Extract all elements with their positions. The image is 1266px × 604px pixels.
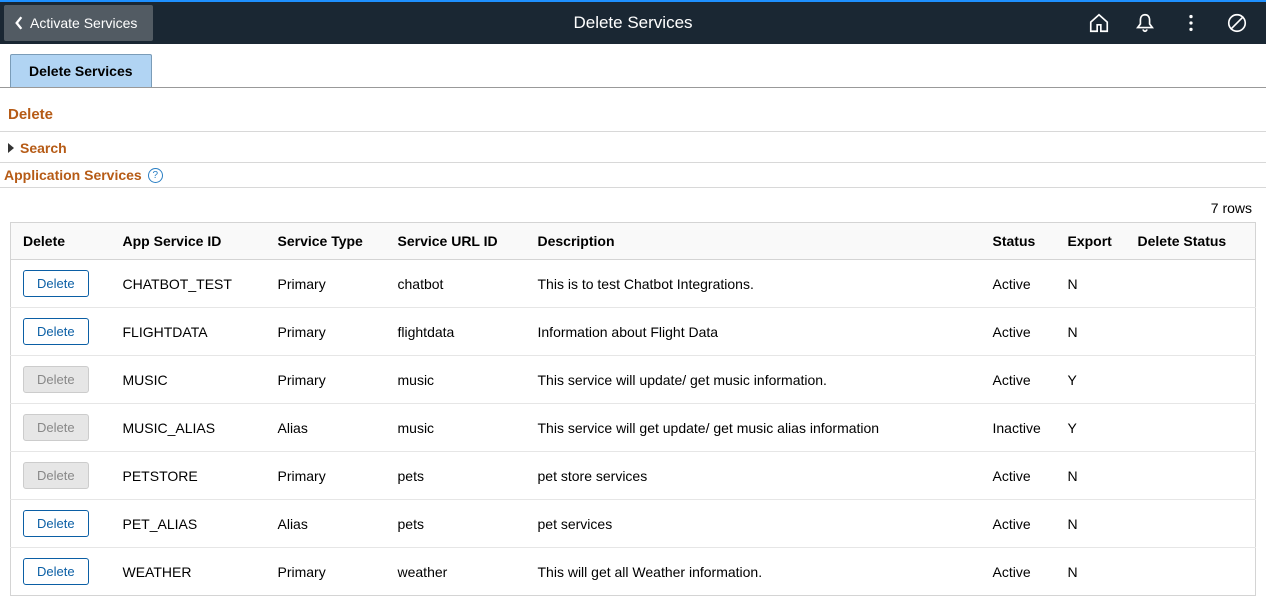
cell-app-service-id: PETSTORE	[111, 452, 266, 500]
cell-export: N	[1056, 548, 1126, 596]
cell-app-service-id: WEATHER	[111, 548, 266, 596]
table-row: Delete PETSTOREPrimarypetspet store servi…	[11, 452, 1256, 500]
cell-status: Active	[981, 548, 1056, 596]
col-header-service-url-id: Service URL ID	[386, 223, 526, 260]
table-wrapper: 7 rows Delete App Service ID Service Typ…	[0, 188, 1266, 604]
cell-service-url-id: music	[386, 404, 526, 452]
back-button-label: Activate Services	[30, 15, 137, 31]
back-button[interactable]: Activate Services	[4, 5, 153, 41]
cell-service-type: Primary	[266, 452, 386, 500]
cell-delete-status	[1126, 356, 1256, 404]
cell-service-type: Alias	[266, 404, 386, 452]
delete-button[interactable]: Delete	[23, 270, 89, 297]
services-table: Delete App Service ID Service Type Servi…	[10, 222, 1256, 596]
header-icons	[1088, 12, 1266, 34]
cell-export: N	[1056, 500, 1126, 548]
cell-export: Y	[1056, 404, 1126, 452]
cell-status: Active	[981, 500, 1056, 548]
col-header-service-type: Service Type	[266, 223, 386, 260]
cell-delete-status	[1126, 404, 1256, 452]
cell-app-service-id: MUSIC	[111, 356, 266, 404]
cell-status: Active	[981, 356, 1056, 404]
cell-service-url-id: flightdata	[386, 308, 526, 356]
cell-description: This is to test Chatbot Integrations.	[526, 260, 981, 308]
delete-button[interactable]: Delete	[23, 558, 89, 585]
cell-service-type: Primary	[266, 260, 386, 308]
cell-service-url-id: pets	[386, 452, 526, 500]
cell-description: This will get all Weather information.	[526, 548, 981, 596]
cell-export: Y	[1056, 356, 1126, 404]
col-header-description: Description	[526, 223, 981, 260]
more-icon[interactable]	[1180, 12, 1202, 34]
cell-app-service-id: MUSIC_ALIAS	[111, 404, 266, 452]
cell-export: N	[1056, 452, 1126, 500]
top-bar: Activate Services Delete Services	[0, 0, 1266, 44]
cell-export: N	[1056, 308, 1126, 356]
tab-row: Delete Services	[0, 44, 1266, 88]
cell-service-url-id: chatbot	[386, 260, 526, 308]
cell-delete-status	[1126, 452, 1256, 500]
cell-description: This service will update/ get music info…	[526, 356, 981, 404]
table-row: Delete FLIGHTDATAPrimaryflightdataInforma…	[11, 308, 1256, 356]
cell-status: Active	[981, 452, 1056, 500]
cell-export: N	[1056, 260, 1126, 308]
table-row: Delete MUSICPrimarymusicThis service will…	[11, 356, 1256, 404]
cell-description: This service will get update/ get music …	[526, 404, 981, 452]
cell-status: Active	[981, 260, 1056, 308]
triangle-right-icon	[6, 142, 16, 154]
page-title: Delete Services	[573, 13, 692, 33]
application-services-label: Application Services	[4, 167, 142, 183]
delete-button: Delete	[23, 462, 89, 489]
help-icon[interactable]: ?	[148, 168, 163, 183]
section-delete-title: Delete	[0, 88, 1266, 132]
cell-service-url-id: music	[386, 356, 526, 404]
table-row: Delete WEATHERPrimaryweatherThis will get…	[11, 548, 1256, 596]
cell-delete-status	[1126, 308, 1256, 356]
rows-count: 7 rows	[10, 196, 1256, 222]
cell-service-type: Primary	[266, 548, 386, 596]
search-toggle[interactable]: Search	[0, 132, 1266, 163]
delete-button: Delete	[23, 414, 89, 441]
cell-delete-status	[1126, 548, 1256, 596]
cell-app-service-id: PET_ALIAS	[111, 500, 266, 548]
home-icon[interactable]	[1088, 12, 1110, 34]
cell-service-type: Alias	[266, 500, 386, 548]
cell-description: pet services	[526, 500, 981, 548]
col-header-delete-status: Delete Status	[1126, 223, 1256, 260]
col-header-delete: Delete	[11, 223, 111, 260]
delete-button[interactable]: Delete	[23, 318, 89, 345]
cell-service-url-id: weather	[386, 548, 526, 596]
compass-icon[interactable]	[1226, 12, 1248, 34]
cell-description: pet store services	[526, 452, 981, 500]
delete-button: Delete	[23, 366, 89, 393]
table-row: Delete PET_ALIASAliaspetspet servicesActi…	[11, 500, 1256, 548]
col-header-status: Status	[981, 223, 1056, 260]
cell-delete-status	[1126, 260, 1256, 308]
cell-status: Inactive	[981, 404, 1056, 452]
table-row: Delete MUSIC_ALIASAliasmusicThis service …	[11, 404, 1256, 452]
cell-service-url-id: pets	[386, 500, 526, 548]
cell-delete-status	[1126, 500, 1256, 548]
search-label: Search	[20, 140, 67, 156]
application-services-header: Application Services ?	[0, 163, 1266, 188]
cell-service-type: Primary	[266, 308, 386, 356]
notifications-icon[interactable]	[1134, 12, 1156, 34]
chevron-left-icon	[14, 16, 24, 30]
col-header-app-service-id: App Service ID	[111, 223, 266, 260]
cell-description: Information about Flight Data	[526, 308, 981, 356]
cell-app-service-id: FLIGHTDATA	[111, 308, 266, 356]
cell-app-service-id: CHATBOT_TEST	[111, 260, 266, 308]
delete-button[interactable]: Delete	[23, 510, 89, 537]
cell-service-type: Primary	[266, 356, 386, 404]
table-row: Delete CHATBOT_TESTPrimarychatbotThis is …	[11, 260, 1256, 308]
cell-status: Active	[981, 308, 1056, 356]
col-header-export: Export	[1056, 223, 1126, 260]
content: Delete Search Application Services ? 7 r…	[0, 88, 1266, 604]
tab-delete-services[interactable]: Delete Services	[10, 54, 152, 87]
